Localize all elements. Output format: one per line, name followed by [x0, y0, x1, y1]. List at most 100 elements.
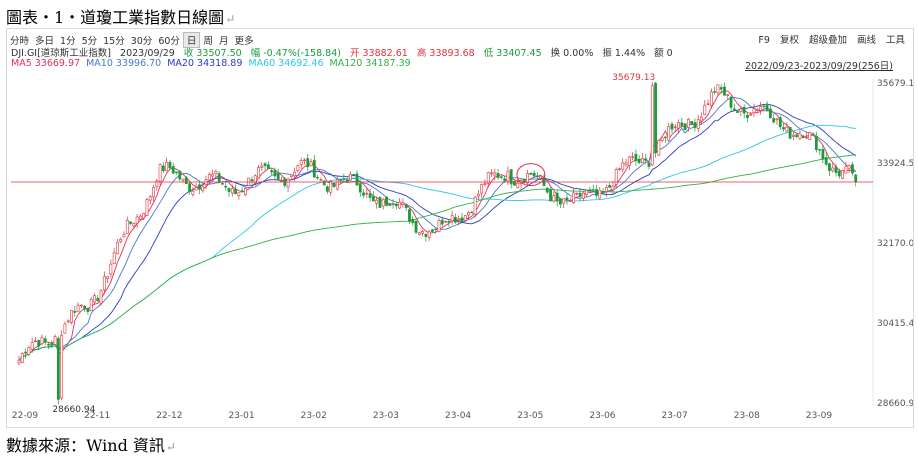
candle-body — [595, 189, 598, 196]
candle-body — [165, 161, 169, 172]
candle-body — [270, 170, 274, 173]
candle-body — [20, 353, 24, 363]
candle-body — [801, 136, 805, 138]
candle-body — [854, 174, 858, 183]
candle-body — [496, 173, 500, 178]
candle-body — [391, 203, 395, 205]
candle-body — [532, 172, 536, 177]
candle-body — [198, 184, 201, 190]
candle-body — [470, 211, 474, 214]
candle-body — [96, 297, 100, 302]
candle-body — [795, 134, 799, 138]
candle-body — [463, 215, 467, 221]
candle-body — [700, 116, 703, 122]
min-price-label: 28660.94 — [52, 405, 95, 415]
candle-body — [244, 188, 247, 195]
candle-body — [129, 221, 132, 224]
candle-body — [112, 252, 116, 265]
candle-body — [555, 192, 559, 202]
candle-body — [375, 199, 379, 204]
candle-body — [549, 189, 552, 202]
candle-body — [562, 198, 566, 204]
candle-body — [621, 162, 625, 170]
candle-body — [591, 189, 595, 191]
price-tick-label: 35679.13 — [877, 79, 913, 89]
candle-body — [667, 126, 671, 141]
candle-body — [299, 160, 303, 165]
candle-body — [358, 183, 362, 193]
candle-body — [411, 218, 415, 223]
candle-body — [106, 276, 109, 279]
candle-body — [723, 86, 726, 96]
candle-body — [447, 221, 451, 223]
candle-body — [608, 185, 612, 188]
candle-body — [109, 263, 113, 275]
candle-body — [847, 165, 851, 170]
candle-body — [381, 198, 385, 207]
candle-body — [230, 188, 234, 194]
candle-body — [135, 216, 139, 224]
figure-source: 數據來源：Wind 資訊↵ — [6, 436, 176, 455]
candle-body — [454, 217, 457, 223]
ma-line-ma5 — [18, 90, 856, 361]
candle-body — [785, 126, 789, 132]
candle-body — [529, 173, 533, 175]
candle-body — [516, 183, 520, 189]
candle-body — [805, 136, 808, 139]
candle-body — [161, 165, 165, 171]
candle-body — [263, 163, 267, 167]
candle-body — [240, 190, 244, 193]
candle-body — [686, 118, 690, 128]
candle-body — [175, 171, 178, 174]
candle-body — [450, 214, 454, 222]
candle-body — [309, 161, 313, 167]
candle-body — [79, 304, 83, 307]
candle-body — [385, 196, 388, 206]
candle-body — [227, 188, 231, 192]
price-tick-label: 30415.49 — [877, 319, 913, 329]
candle-body — [83, 305, 87, 310]
candle-body — [585, 190, 589, 195]
candle-body — [145, 199, 149, 216]
price-tick-label: 28660.94 — [877, 399, 913, 409]
candle-body — [742, 106, 746, 114]
candle-body — [401, 202, 405, 205]
candle-body — [289, 174, 293, 178]
candle-body — [782, 127, 785, 130]
candle-body — [362, 192, 365, 196]
candle-body — [811, 133, 815, 136]
candle-body — [818, 149, 822, 151]
candle-body — [739, 108, 743, 112]
candle-body — [719, 87, 723, 90]
candle-body — [184, 177, 188, 184]
candle-body — [660, 137, 664, 141]
candle-body — [440, 219, 444, 225]
candle-body — [709, 91, 713, 107]
candle-body — [644, 158, 648, 161]
candle-body — [417, 232, 421, 235]
date-tick-label: 23-02 — [301, 411, 327, 421]
candle-body — [424, 234, 428, 237]
candle-body — [352, 173, 356, 176]
candle-body — [188, 183, 192, 193]
candle-body — [680, 122, 684, 126]
candle-body — [752, 108, 756, 114]
candle-body — [404, 205, 408, 208]
date-tick-label: 23-09 — [806, 411, 832, 421]
candle-body — [476, 193, 480, 197]
candle-body — [40, 337, 44, 344]
candle-body — [181, 178, 185, 181]
candle-body — [158, 164, 162, 182]
candle-body — [670, 123, 674, 130]
candle-body — [618, 168, 621, 170]
candle-body — [736, 110, 739, 113]
candle-body — [762, 105, 766, 108]
date-tick-label: 23-04 — [445, 411, 471, 421]
candle-body — [221, 183, 224, 185]
candle-body — [526, 173, 529, 184]
date-tick-label: 23-01 — [228, 411, 254, 421]
candle-body — [604, 187, 608, 192]
candle-body — [139, 215, 142, 220]
candle-body — [89, 299, 93, 312]
candle-body — [808, 131, 812, 140]
